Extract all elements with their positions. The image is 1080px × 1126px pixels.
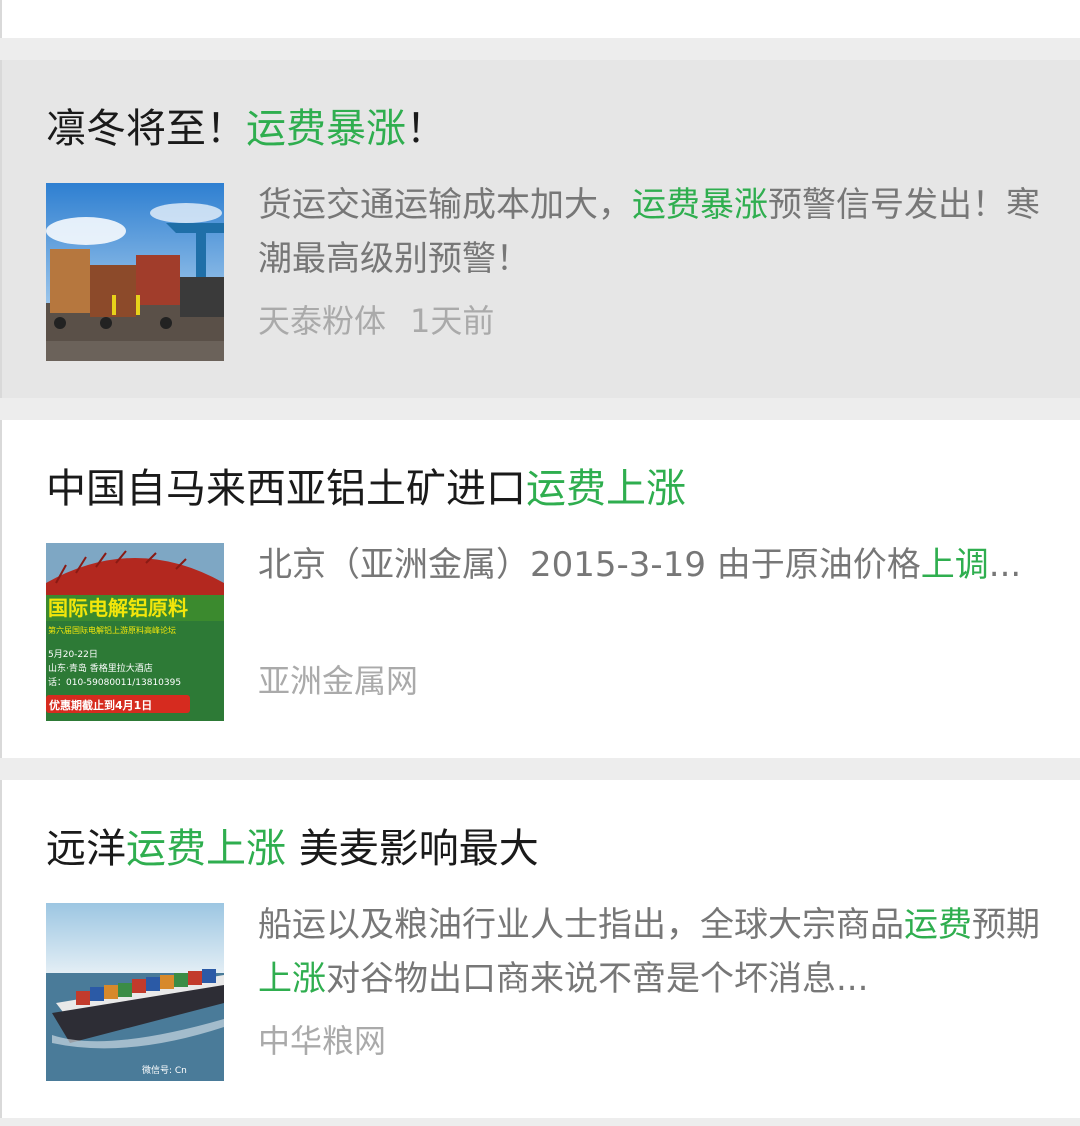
article-source: 天泰粉体 [258, 302, 387, 340]
title-highlight: 运费上涨 [526, 466, 686, 512]
poster-promo: 优惠期截止到4月1日 [49, 698, 152, 712]
title-text: ！ [406, 106, 446, 152]
article-source: 中华粮网 [258, 1022, 387, 1060]
article-card[interactable]: 远洋运费上涨 美麦影响最大 微信号: Cn 船运以及粮油行业人士指出，全球大宗商… [0, 780, 1080, 1118]
title-text: 中国自马来西亚铝土矿进口 [46, 466, 526, 512]
title-highlight: 运费上涨 [126, 826, 286, 872]
article-source: 亚洲金属网 [258, 662, 419, 700]
container-ship-image[interactable]: 微信号: Cn [46, 903, 224, 1081]
title-text: 美麦影响最大 [286, 826, 539, 872]
title-text: 远洋 [46, 826, 126, 872]
poster-line: 5月20-22日 [48, 649, 98, 660]
article-title[interactable]: 凛冬将至！运费暴涨！ [46, 104, 446, 154]
article-title[interactable]: 中国自马来西亚铝土矿进口运费上涨 [46, 464, 686, 514]
article-card[interactable]: 中国自马来西亚铝土矿进口运费上涨 国际电解铝原料 第六届国际电解铝上游原料高峰论… [0, 420, 1080, 758]
container-trucks-port-image[interactable] [46, 183, 224, 361]
title-highlight: 运费暴涨 [246, 106, 406, 152]
article-description: 货运交通运输成本加大，运费暴涨预警信号发出！寒潮最高级别预警！ [258, 185, 1040, 279]
article-card[interactable]: 凛冬将至！运费暴涨！ 货运交通运输成本加大，运费暴涨预警信号发出！寒潮最高级别预… [0, 60, 1080, 398]
article-time: 1天前 [410, 302, 495, 340]
poster-subtitle: 第六届国际电解铝上游原料高峰论坛 [48, 625, 176, 635]
image-watermark: 微信号: Cn [142, 1064, 187, 1076]
poster-banner: 国际电解铝原料 [48, 596, 188, 620]
poster-line: 话：010-59080011/13810395 [48, 676, 181, 688]
article-meta: 亚洲金属网 [258, 656, 418, 702]
previous-card-edge [0, 0, 1080, 38]
poster-line: 山东·青岛 香格里拉大酒店 [48, 662, 153, 674]
article-meta: 中华粮网 [258, 1016, 386, 1062]
aluminium-forum-poster-image[interactable]: 国际电解铝原料 第六届国际电解铝上游原料高峰论坛 5月20-22日 山东·青岛 … [46, 543, 224, 721]
title-text: 凛冬将至！ [46, 106, 246, 152]
article-title[interactable]: 远洋运费上涨 美麦影响最大 [46, 824, 539, 874]
article-description: 船运以及粮油行业人士指出，全球大宗商品运费预期上涨对谷物出口商来说不啻是个坏消息… [258, 905, 1040, 999]
article-description: 北京（亚洲金属）2015-3-19 由于原油价格上调... [258, 545, 1022, 585]
article-meta: 天泰粉体 1天前 [258, 296, 494, 342]
